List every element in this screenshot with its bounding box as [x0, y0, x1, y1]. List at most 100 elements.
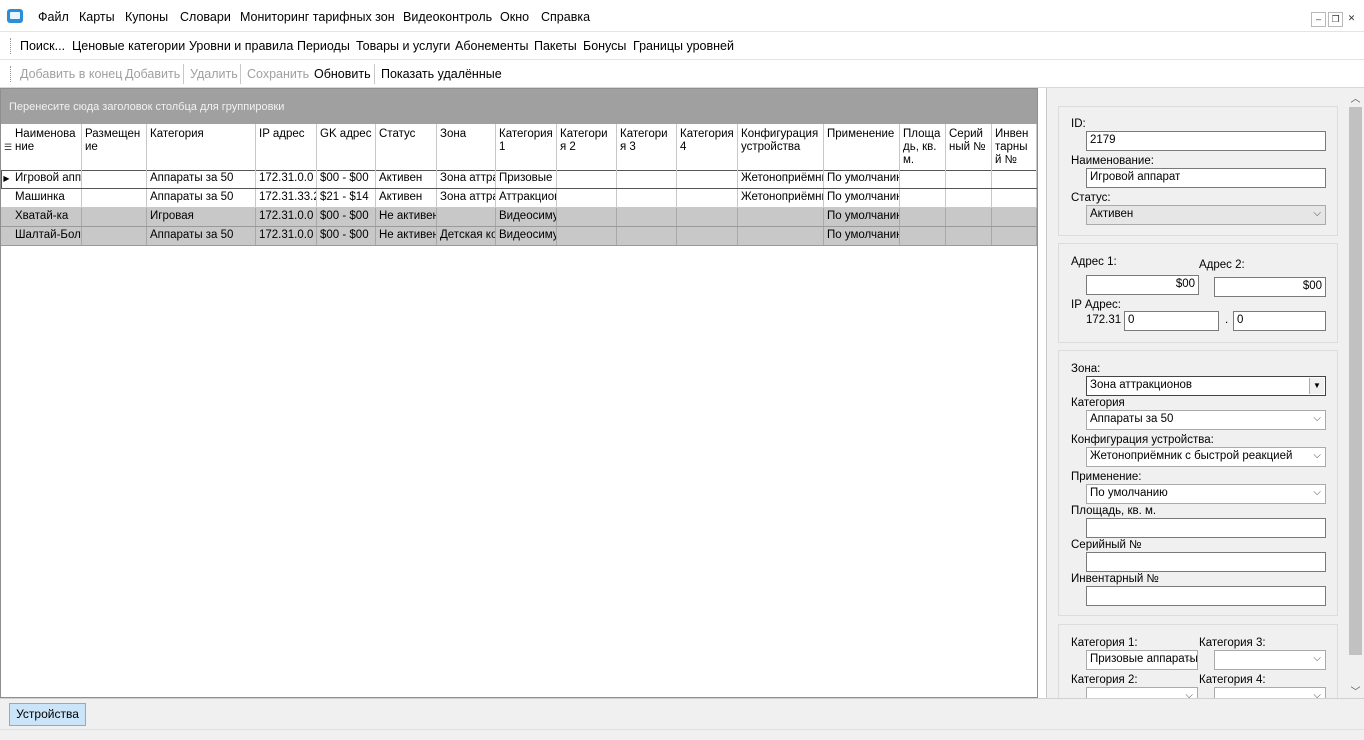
usage-select[interactable]: По умолчанию ⌵	[1086, 484, 1326, 504]
cell-category[interactable]: Игровая	[147, 208, 256, 226]
address1-field[interactable]: $00	[1086, 275, 1199, 295]
row-selector[interactable]	[1, 189, 12, 207]
cell-name[interactable]: Машинка	[12, 189, 82, 207]
cell-category-3[interactable]	[617, 208, 677, 226]
toolbar-grip[interactable]	[10, 66, 13, 82]
cell-category-4[interactable]	[677, 189, 738, 207]
cell-name[interactable]: Хватай-ка	[12, 208, 82, 226]
menu-help[interactable]: Справка	[541, 10, 590, 24]
name-field[interactable]: Игровой аппарат	[1086, 168, 1326, 188]
cell-area[interactable]	[900, 189, 946, 207]
cell-status[interactable]: Не активен	[376, 208, 437, 226]
cell-device-config[interactable]: Жетоноприёмник с быстрой реакцией	[738, 170, 824, 188]
column-header-category-4[interactable]: Категория 4	[677, 124, 738, 170]
toolbar-grip[interactable]	[10, 38, 13, 54]
nav-bonuses[interactable]: Бонусы	[583, 39, 626, 53]
cell-ip-address[interactable]: 172.31.0.0	[256, 170, 317, 188]
cell-category-4[interactable]	[677, 208, 738, 226]
dropdown-arrow-icon[interactable]: ▼	[1309, 378, 1324, 394]
delete-button[interactable]: Удалить	[190, 67, 238, 81]
cell-usage[interactable]: По умолчанию	[824, 227, 900, 245]
cell-category-4[interactable]	[677, 170, 738, 188]
cell-gk-address[interactable]: $00 - $00	[317, 227, 376, 245]
ip-octet3-field[interactable]: 0	[1124, 311, 1219, 331]
menu-dictionaries[interactable]: Словари	[180, 10, 231, 24]
cell-area[interactable]	[900, 227, 946, 245]
column-header-name[interactable]: Наименование	[12, 124, 82, 170]
cell-device-config[interactable]	[738, 227, 824, 245]
column-chooser-icon[interactable]: ☰	[4, 142, 12, 153]
cell-category[interactable]: Аппараты за 50	[147, 170, 256, 188]
column-header-placement[interactable]: Размещение	[82, 124, 147, 170]
address2-field[interactable]: $00	[1214, 277, 1326, 297]
cell-category-2[interactable]	[557, 170, 617, 188]
add-button[interactable]: Добавить	[125, 67, 180, 81]
cell-category-2[interactable]	[557, 208, 617, 226]
cell-zone[interactable]: Детская комната	[437, 227, 496, 245]
cell-status[interactable]: Активен	[376, 189, 437, 207]
nav-price-categories[interactable]: Ценовые категории	[72, 39, 185, 53]
menu-coupons[interactable]: Купоны	[125, 10, 168, 24]
cell-category[interactable]: Аппараты за 50	[147, 227, 256, 245]
cell-gk-address[interactable]: $00 - $00	[317, 170, 376, 188]
column-header-serial[interactable]: Серийный №	[946, 124, 992, 170]
cell-serial[interactable]	[946, 227, 992, 245]
scroll-down-icon[interactable]: ﹀	[1349, 683, 1362, 698]
menu-tariff-monitoring[interactable]: Мониторинг тарифных зон	[240, 10, 395, 24]
minimize-button[interactable]: –	[1311, 12, 1326, 27]
category2-select[interactable]: ⌵	[1086, 687, 1198, 698]
cell-area[interactable]	[900, 208, 946, 226]
cell-usage[interactable]: По умолчанию	[824, 189, 900, 207]
cell-category-2[interactable]	[557, 189, 617, 207]
cell-usage[interactable]: По умолчанию	[824, 170, 900, 188]
column-header-zone[interactable]: Зона	[437, 124, 496, 170]
category-select[interactable]: Аппараты за 50 ⌵	[1086, 410, 1326, 430]
cell-category-1[interactable]: Призовые аппараты	[496, 170, 557, 188]
nav-levels-rules[interactable]: Уровни и правила	[189, 39, 293, 53]
nav-level-bounds[interactable]: Границы уровней	[633, 39, 734, 53]
cell-name[interactable]: Игровой аппарат	[12, 170, 82, 188]
cell-zone[interactable]: Зона аттракционов	[437, 170, 496, 188]
cell-placement[interactable]	[82, 227, 147, 245]
nav-goods-services[interactable]: Товары и услуги	[356, 39, 450, 53]
row-selector[interactable]	[1, 208, 12, 226]
cell-inventory[interactable]	[992, 189, 1037, 207]
zone-combo[interactable]: Зона аттракционов ▼	[1086, 376, 1326, 396]
current-row-indicator-icon[interactable]: ▶	[1, 170, 12, 188]
column-header-device-config[interactable]: Конфигурация устройства	[738, 124, 824, 170]
menu-window[interactable]: Окно	[500, 10, 529, 24]
cell-device-config[interactable]	[738, 208, 824, 226]
close-button[interactable]: ✕	[1345, 12, 1358, 25]
cell-usage[interactable]: По умолчанию	[824, 208, 900, 226]
cell-status[interactable]: Не активен	[376, 227, 437, 245]
scrollbar-thumb[interactable]	[1349, 107, 1362, 655]
column-header-category-3[interactable]: Категория 3	[617, 124, 677, 170]
column-header-usage[interactable]: Применение	[824, 124, 900, 170]
cell-zone[interactable]	[437, 208, 496, 226]
cell-ip-address[interactable]: 172.31.33.2	[256, 189, 317, 207]
column-header-category-1[interactable]: Категория 1	[496, 124, 557, 170]
cell-category-3[interactable]	[617, 189, 677, 207]
show-deleted-button[interactable]: Показать удалённые	[381, 67, 502, 81]
column-header-inventory[interactable]: Инвентарный №	[992, 124, 1037, 170]
row-selector[interactable]	[1, 227, 12, 245]
category4-select[interactable]: ⌵	[1214, 687, 1326, 698]
table-row[interactable]: Хватай-ка Игровая 172.31.0.0 $00 - $00 Не ак…	[1, 208, 1037, 227]
cell-status[interactable]: Активен	[376, 170, 437, 188]
refresh-button[interactable]: Обновить	[314, 67, 371, 81]
menu-cards[interactable]: Карты	[79, 10, 115, 24]
cell-placement[interactable]	[82, 170, 147, 188]
nav-packages[interactable]: Пакеты	[534, 39, 577, 53]
cell-category-2[interactable]	[557, 227, 617, 245]
area-field[interactable]	[1086, 518, 1326, 538]
cell-inventory[interactable]	[992, 227, 1037, 245]
column-header-ip-address[interactable]: IP адрес	[256, 124, 317, 170]
menu-file[interactable]: Файл	[38, 10, 69, 24]
config-select[interactable]: Жетоноприёмник с быстрой реакцией ⌵	[1086, 447, 1326, 467]
save-button[interactable]: Сохранить	[247, 67, 309, 81]
cell-placement[interactable]	[82, 189, 147, 207]
nav-periods[interactable]: Периоды	[297, 39, 350, 53]
status-select[interactable]: Активен ⌵	[1086, 205, 1326, 225]
nav-subscriptions[interactable]: Абонементы	[455, 39, 528, 53]
column-header-category-2[interactable]: Категория 2	[557, 124, 617, 170]
